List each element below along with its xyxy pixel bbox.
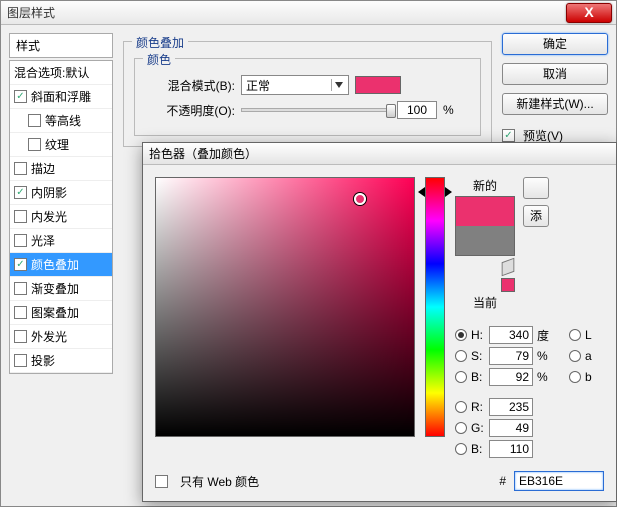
picker-title: 拾色器（叠加颜色） [149, 145, 257, 162]
color-group: 颜色 混合模式(B): 正常 不透明度(O): 100 % [134, 58, 481, 136]
radio-b-lab[interactable] [569, 371, 581, 383]
group-legend: 颜色叠加 [132, 34, 188, 51]
radio-g[interactable] [455, 422, 467, 434]
picker-ok-button[interactable] [523, 177, 549, 199]
hex-prefix: # [499, 474, 506, 488]
style-checkbox[interactable] [14, 234, 27, 247]
radio-h[interactable] [455, 329, 467, 341]
blend-options-item[interactable]: 混合选项:默认 [10, 61, 112, 85]
style-item[interactable]: 投影 [10, 349, 112, 373]
style-label: 斜面和浮雕 [31, 88, 91, 105]
color-group-legend: 颜色 [143, 51, 175, 68]
style-item[interactable]: 渐变叠加 [10, 277, 112, 301]
input-h[interactable]: 340 [489, 326, 533, 344]
dialog-title: 图层样式 [1, 4, 55, 21]
radio-s[interactable] [455, 350, 467, 362]
style-label: 渐变叠加 [31, 280, 79, 297]
style-checkbox[interactable] [14, 210, 27, 223]
picker-add-button[interactable]: 添 [523, 205, 549, 227]
style-label: 光泽 [31, 232, 55, 249]
style-item[interactable]: 光泽 [10, 229, 112, 253]
blend-mode-label: 混合模式(B): [145, 77, 235, 94]
opacity-slider[interactable] [241, 108, 391, 112]
radio-b-hsb[interactable] [455, 371, 467, 383]
new-current-swatch[interactable] [455, 196, 515, 256]
color-picker-dialog: 拾色器（叠加颜色） 新的 [142, 142, 617, 502]
style-item[interactable]: 纹理 [10, 133, 112, 157]
close-button[interactable]: X [566, 3, 612, 23]
style-checkbox[interactable] [28, 138, 41, 151]
radio-a[interactable] [569, 350, 581, 362]
style-checkbox[interactable] [14, 282, 27, 295]
style-checkbox[interactable] [28, 114, 41, 127]
style-item[interactable]: 内阴影 [10, 181, 112, 205]
new-current-preview: 新的 当前 [455, 177, 515, 313]
style-label: 图案叠加 [31, 304, 79, 321]
hue-arrow-right-icon [445, 187, 452, 197]
style-checkbox[interactable] [14, 258, 27, 271]
style-item[interactable]: 图案叠加 [10, 301, 112, 325]
style-item[interactable]: 颜色叠加 [10, 253, 112, 277]
slider-thumb[interactable] [386, 104, 396, 118]
preview-checkbox[interactable] [502, 129, 515, 142]
styles-panel: 样式 混合选项:默认 斜面和浮雕等高线纹理描边内阴影内发光光泽颜色叠加渐变叠加图… [9, 33, 113, 498]
picker-action-buttons: 添 [523, 177, 549, 227]
opacity-label: 不透明度(O): [145, 102, 235, 119]
input-g[interactable]: 49 [489, 419, 533, 437]
input-b-rgb[interactable]: 110 [489, 440, 533, 458]
style-item[interactable]: 等高线 [10, 109, 112, 133]
new-style-button[interactable]: 新建样式(W)... [502, 93, 608, 115]
color-overlay-group: 颜色叠加 颜色 混合模式(B): 正常 不透明度(O): 10 [123, 41, 492, 147]
ok-button[interactable]: 确定 [502, 33, 608, 55]
styles-header[interactable]: 样式 [9, 33, 113, 58]
style-checkbox[interactable] [14, 354, 27, 367]
style-label: 等高线 [45, 112, 81, 129]
chevron-down-icon [331, 79, 345, 91]
styles-list: 混合选项:默认 斜面和浮雕等高线纹理描边内阴影内发光光泽颜色叠加渐变叠加图案叠加… [9, 60, 113, 374]
style-checkbox[interactable] [14, 330, 27, 343]
style-checkbox[interactable] [14, 90, 27, 103]
sv-cursor[interactable] [354, 193, 366, 205]
picker-right-panel: 新的 当前 添 [455, 177, 592, 489]
input-b-hsb[interactable]: 92 [489, 368, 533, 386]
new-color-half [456, 197, 514, 226]
input-s[interactable]: 79 [489, 347, 533, 365]
web-only-label: 只有 Web 颜色 [180, 473, 259, 490]
cancel-button[interactable]: 取消 [502, 63, 608, 85]
titlebar[interactable]: 图层样式 X [1, 1, 616, 25]
radio-r[interactable] [455, 401, 467, 413]
opacity-unit: % [443, 103, 454, 117]
saturation-value-field[interactable] [155, 177, 415, 437]
color-fields: H: 340 度 L S: 79 % a [455, 323, 592, 461]
style-checkbox[interactable] [14, 162, 27, 175]
style-item[interactable]: 外发光 [10, 325, 112, 349]
gamut-warning-icon[interactable] [501, 260, 515, 274]
web-only-checkbox[interactable] [155, 475, 168, 488]
style-label: 颜色叠加 [31, 256, 79, 273]
style-label: 内发光 [31, 208, 67, 225]
opacity-input[interactable]: 100 [397, 101, 437, 119]
hue-slider[interactable] [425, 177, 445, 437]
picker-titlebar[interactable]: 拾色器（叠加颜色） [143, 143, 616, 165]
radio-b-rgb[interactable] [455, 443, 467, 455]
hex-input[interactable]: EB316E [514, 471, 604, 491]
style-checkbox[interactable] [14, 186, 27, 199]
style-label: 外发光 [31, 328, 67, 345]
style-item[interactable]: 内发光 [10, 205, 112, 229]
current-color-half [456, 226, 514, 255]
style-label: 描边 [31, 160, 55, 177]
style-item[interactable]: 斜面和浮雕 [10, 85, 112, 109]
style-item[interactable]: 描边 [10, 157, 112, 181]
radio-l[interactable] [569, 329, 581, 341]
style-label: 纹理 [45, 136, 69, 153]
style-checkbox[interactable] [14, 306, 27, 319]
hue-arrow-left-icon [418, 187, 425, 197]
overlay-color-swatch[interactable] [355, 76, 401, 94]
input-r[interactable]: 235 [489, 398, 533, 416]
blend-mode-select[interactable]: 正常 [241, 75, 349, 95]
websafe-swatch[interactable] [501, 278, 515, 292]
style-label: 投影 [31, 352, 55, 369]
style-label: 内阴影 [31, 184, 67, 201]
